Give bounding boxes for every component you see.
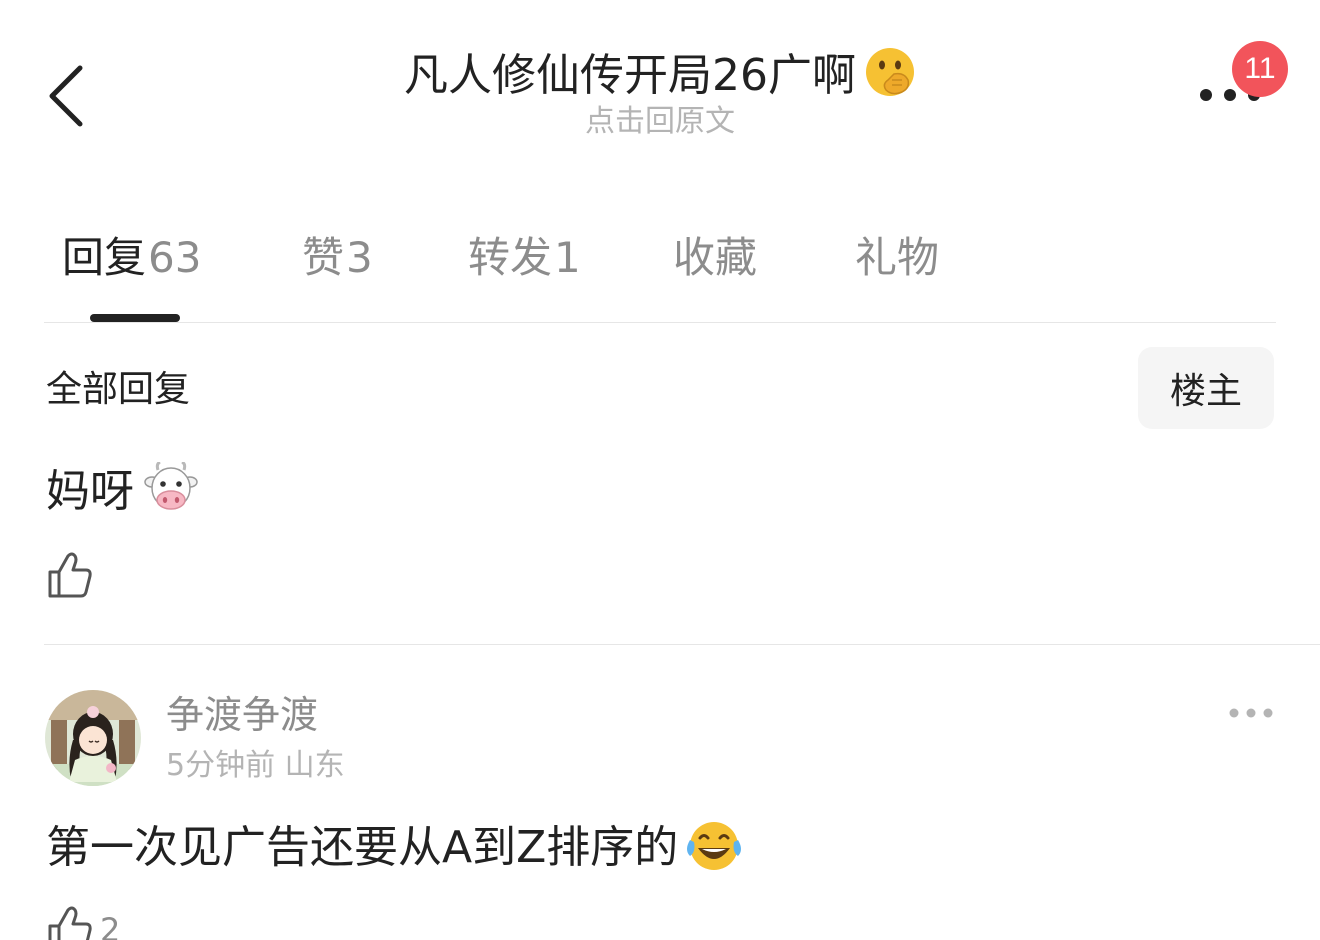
tab-favorites[interactable]: 收藏	[673, 230, 757, 286]
comment-meta: 5分钟前 山东	[166, 746, 345, 786]
tab-reposts-count: 1	[554, 233, 581, 282]
avatar[interactable]	[45, 690, 141, 786]
tab-reposts[interactable]: 转发1	[468, 230, 581, 286]
tab-favorites-label: 收藏	[673, 233, 758, 282]
tab-likes-label: 赞	[302, 233, 345, 282]
more-dots-icon	[1229, 708, 1273, 718]
cow-face-icon	[144, 460, 198, 531]
tab-replies-label: 回复	[62, 233, 147, 282]
comment-text: 第一次见广告还要从A到Z排序的	[46, 818, 744, 890]
comment-2-like-count: 2	[100, 911, 121, 940]
thumbs-up-icon	[48, 552, 92, 598]
active-tab-indicator	[90, 314, 180, 322]
all-replies-filter[interactable]: 全部回复	[46, 366, 190, 414]
comment-location: 山东	[284, 748, 345, 783]
tab-likes[interactable]: 赞3	[302, 230, 373, 286]
comment-1-like-button[interactable]	[46, 550, 94, 604]
tab-gifts[interactable]: 礼物	[855, 230, 939, 286]
comment-time: 5分钟前	[166, 748, 276, 783]
tab-replies-count: 63	[148, 233, 202, 282]
tabs-divider	[44, 322, 1276, 323]
comment-more-button[interactable]	[1226, 700, 1276, 726]
post-title-text: 凡人修仙传开局26广啊	[404, 50, 856, 101]
tab-gifts-label: 礼物	[855, 233, 940, 282]
back-to-original-link[interactable]: 点击回原文	[460, 102, 860, 142]
thumbs-up-icon	[48, 906, 92, 940]
tab-likes-count: 3	[346, 233, 373, 282]
face-with-hand-over-mouth-icon	[864, 46, 916, 114]
tab-reposts-label: 转发	[468, 233, 553, 282]
comment-2-text: 第一次见广告还要从A到Z排序的	[46, 822, 679, 873]
comment-2-like-button[interactable]	[46, 904, 94, 940]
comment-divider	[44, 644, 1320, 645]
back-arrow-icon	[49, 65, 83, 127]
tab-replies[interactable]: 回复63	[62, 230, 201, 286]
comment-1-text: 妈呀	[46, 466, 134, 517]
back-button[interactable]	[40, 58, 96, 138]
tears-of-joy-icon	[684, 818, 744, 890]
reply-page: 凡人修仙传开局26广啊 点击回原文 11 回复63 赞3 转发1 收藏 礼物 全…	[0, 0, 1320, 940]
comment-text: 妈呀	[46, 460, 198, 531]
op-only-button[interactable]: 楼主	[1138, 347, 1274, 429]
notification-badge: 11	[1232, 41, 1288, 97]
username[interactable]: 争渡争渡	[166, 690, 318, 740]
